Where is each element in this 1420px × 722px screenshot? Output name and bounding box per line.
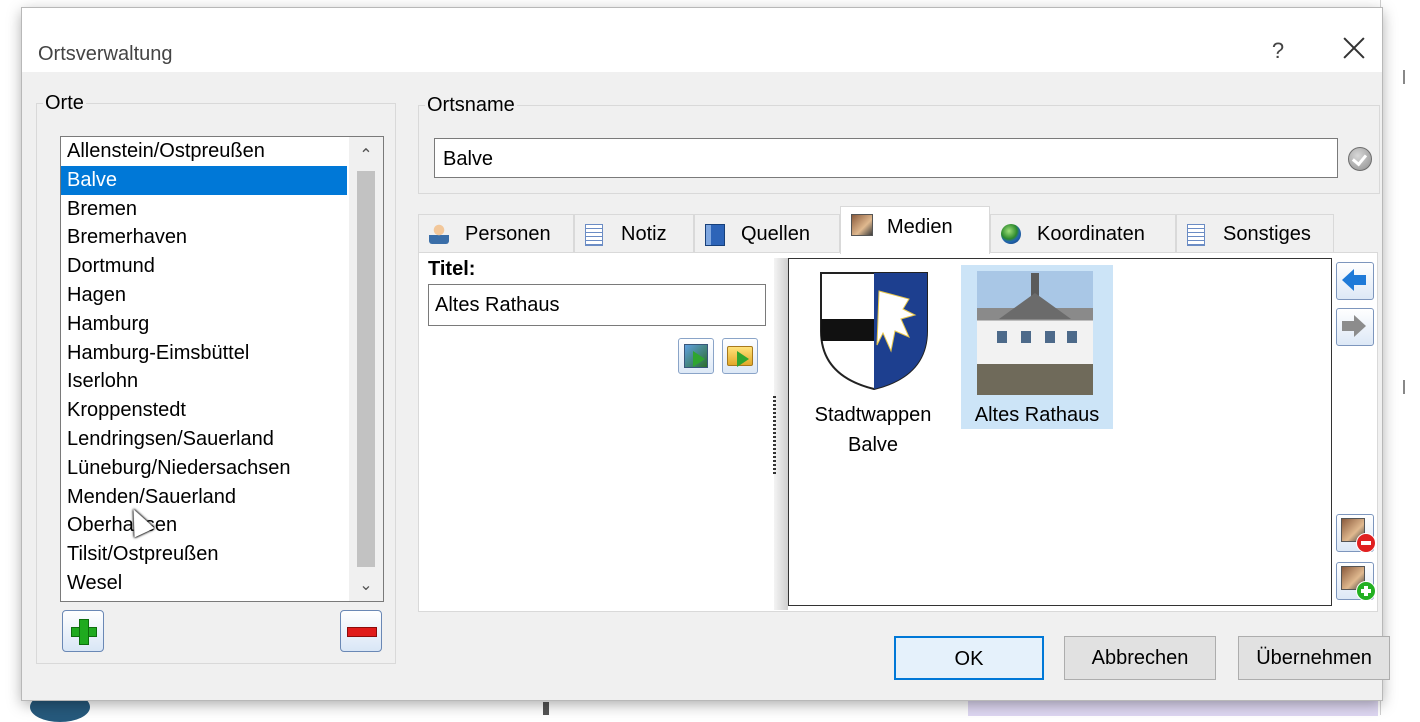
tab-label: Koordinaten <box>1037 223 1145 245</box>
scroll-down-icon[interactable]: ⌄ <box>359 578 373 594</box>
media-caption: Balve <box>847 434 899 456</box>
ortsverwaltung-dialog: Ortsverwaltung ? Orte Allenstein/Ostpreu… <box>22 8 1390 700</box>
person-icon <box>429 224 449 244</box>
media-caption: Altes Rathaus <box>974 404 1100 426</box>
add-place-button[interactable] <box>62 610 104 652</box>
places-list[interactable]: Allenstein/Ostpreußen Balve Bremen Bremerha… <box>60 136 384 602</box>
place-name-legend: Ortsname <box>427 94 515 116</box>
list-item[interactable]: Hamburg-Eimsbüttel <box>61 339 383 368</box>
tab-label: Quellen <box>741 223 810 245</box>
arrow-left-icon <box>1342 269 1366 291</box>
list-item[interactable]: Lüneburg/Niedersachsen <box>61 454 383 483</box>
media-add-icon <box>1341 566 1376 601</box>
media-item-selected[interactable]: Altes Rathaus <box>961 265 1113 429</box>
town-hall-photo <box>977 271 1093 395</box>
background-tick <box>1403 70 1405 84</box>
background-tick <box>1403 380 1405 394</box>
globe-icon <box>1001 224 1021 244</box>
list-item[interactable]: Iserlohn <box>61 367 383 396</box>
list-item[interactable]: Dortmund <box>61 252 383 281</box>
list-scrollbar[interactable]: ⌃ ⌄ <box>349 137 383 601</box>
scroll-up-icon[interactable]: ⌃ <box>359 148 373 164</box>
list-item[interactable]: Hamburg <box>61 310 383 339</box>
places-legend: Orte <box>45 92 84 114</box>
list-item[interactable]: Bremerhaven <box>61 223 383 252</box>
list-item[interactable]: Wesel <box>61 569 383 598</box>
tab-koordinaten[interactable]: Koordinaten <box>990 214 1176 252</box>
media-caption: Stadtwappen <box>814 404 932 426</box>
media-icon <box>851 214 873 236</box>
media-item[interactable]: Stadtwappen Balve <box>797 265 949 465</box>
background-window-edge <box>1380 0 1420 715</box>
next-button[interactable] <box>1336 308 1374 346</box>
dialog-title: Ortsverwaltung <box>38 43 173 65</box>
arrow-right-icon <box>1342 315 1366 337</box>
tab-sonstiges[interactable]: Sonstiges <box>1176 214 1334 252</box>
list-item[interactable]: Lendringsen/Sauerland <box>61 425 383 454</box>
minus-icon <box>347 627 377 637</box>
media-thumbnails[interactable]: Stadtwappen Balve Altes Rathaus <box>788 258 1332 606</box>
ok-button[interactable]: OK <box>894 636 1044 680</box>
arrow-icon <box>693 351 705 367</box>
add-media-button[interactable] <box>1336 562 1376 601</box>
media-title-input[interactable]: Altes Rathaus <box>428 284 766 326</box>
title-bar: Ortsverwaltung ? <box>22 8 1382 72</box>
note-icon <box>585 224 603 246</box>
list-item[interactable]: Allenstein/Ostpreußen <box>61 137 383 166</box>
media-remove-icon <box>1341 518 1376 553</box>
remove-media-button[interactable] <box>1336 514 1376 553</box>
tab-medien[interactable]: Medien <box>840 206 990 254</box>
splitter[interactable] <box>774 258 788 610</box>
import-folder-button[interactable] <box>722 338 758 374</box>
tab-notiz[interactable]: Notiz <box>574 214 694 252</box>
place-name-input[interactable]: Balve <box>434 138 1338 178</box>
tab-label: Notiz <box>621 223 667 245</box>
cancel-button[interactable]: Abbrechen <box>1064 636 1216 680</box>
close-icon[interactable] <box>1338 32 1370 64</box>
list-item-selected[interactable]: Balve <box>61 165 347 195</box>
list-item[interactable]: Oberhausen <box>61 511 383 540</box>
list-item[interactable]: Kroppenstedt <box>61 396 383 425</box>
remove-place-button[interactable] <box>340 610 382 652</box>
previous-button[interactable] <box>1336 262 1374 300</box>
scroll-thumb[interactable] <box>357 171 375 567</box>
tab-personen[interactable]: Personen <box>418 214 574 252</box>
title-label: Titel: <box>428 258 476 280</box>
splitter-grip[interactable] <box>773 396 776 474</box>
list-item[interactable]: Menden/Sauerland <box>61 483 383 512</box>
tab-label: Medien <box>887 216 953 238</box>
import-image-button[interactable] <box>678 338 714 374</box>
list-item[interactable]: Bremen <box>61 195 383 224</box>
check-icon[interactable] <box>1348 147 1372 171</box>
help-button[interactable]: ? <box>1266 38 1290 64</box>
apply-button[interactable]: Übernehmen <box>1238 636 1390 680</box>
tab-label: Personen <box>465 223 551 245</box>
tab-quellen[interactable]: Quellen <box>694 214 840 252</box>
document-icon <box>1187 224 1205 246</box>
coat-of-arms-image <box>820 272 928 391</box>
book-icon <box>705 224 725 246</box>
background-panel <box>968 700 1378 716</box>
list-item[interactable]: Tilsit/Ostpreußen <box>61 540 383 569</box>
arrow-icon <box>737 351 749 367</box>
background-bar <box>543 702 549 715</box>
tab-label: Sonstiges <box>1223 223 1311 245</box>
list-item[interactable]: Hagen <box>61 281 383 310</box>
